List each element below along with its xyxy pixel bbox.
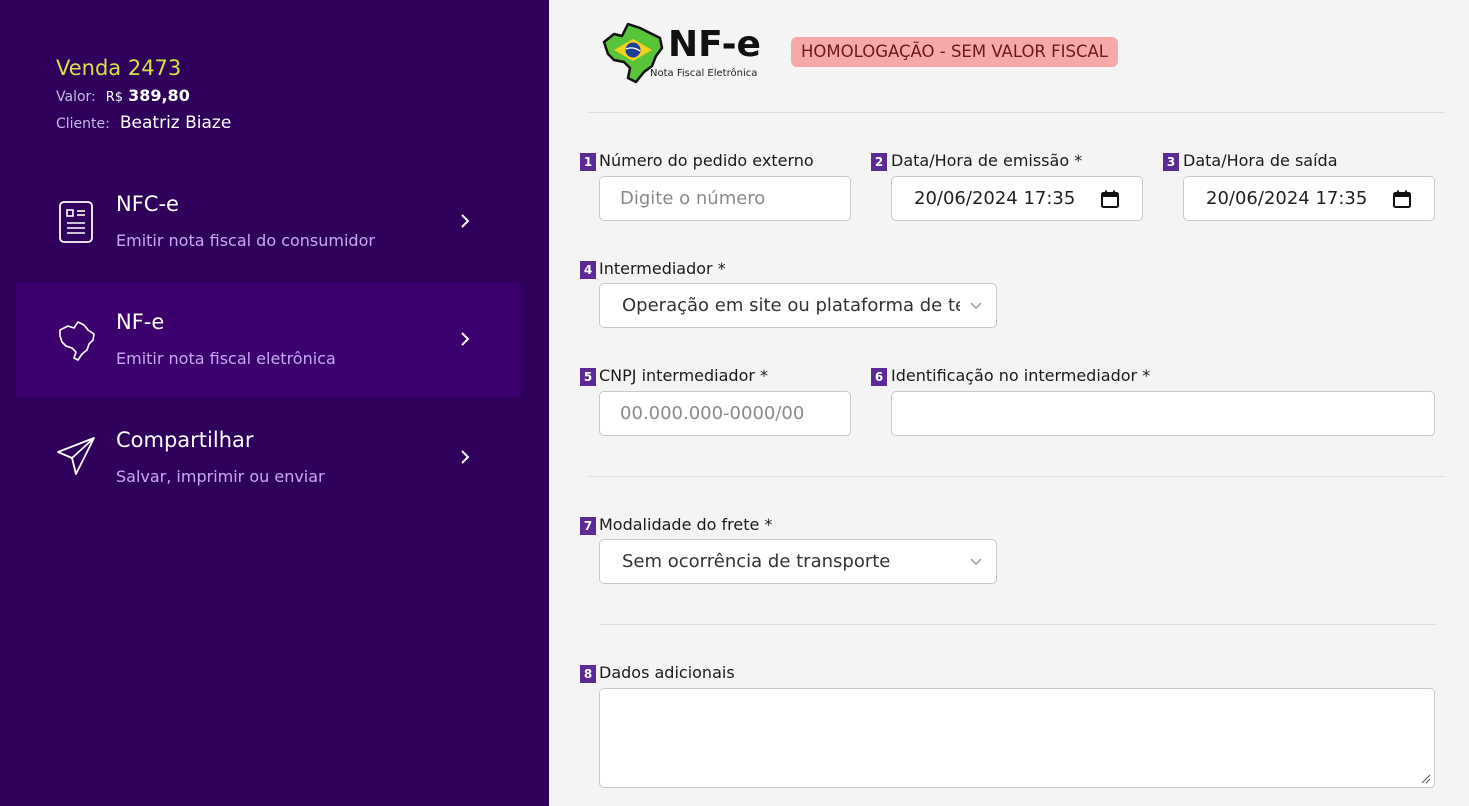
- external-order-label: Número do pedido externo: [599, 151, 814, 170]
- intermediary-label: Intermediador *: [599, 259, 726, 278]
- menu-item-title: NF-e: [116, 310, 165, 334]
- calendar-icon[interactable]: [1392, 189, 1412, 209]
- chevron-right-icon: [461, 450, 470, 464]
- chevron-right-icon: [461, 214, 470, 228]
- menu-item-share[interactable]: Compartilhar Salvar, imprimir ou enviar: [16, 400, 520, 515]
- field-number-badge: 2: [871, 153, 887, 171]
- intermediary-cnpj-label: CNPJ intermediador *: [599, 366, 769, 385]
- emission-datetime-input[interactable]: 20/06/2024 17:35: [891, 176, 1143, 221]
- divider: [589, 476, 1445, 477]
- calendar-icon[interactable]: [1100, 189, 1120, 209]
- emission-datetime-label: Data/Hora de emissão *: [891, 151, 1083, 170]
- freight-mode-label: Modalidade do frete *: [599, 515, 773, 534]
- exit-datetime-label: Data/Hora de saída: [1183, 151, 1338, 170]
- field-number-badge: 5: [580, 368, 596, 386]
- freight-mode-selected-value: Sem ocorrência de transporte: [622, 551, 891, 572]
- external-order-input[interactable]: [599, 176, 851, 221]
- field-number-badge: 3: [1163, 153, 1179, 171]
- field-number-badge: 4: [580, 261, 596, 279]
- divider: [589, 112, 1445, 113]
- logo-subtitle: Nota Fiscal Eletrônica: [650, 68, 758, 79]
- sale-client: Beatriz Biaze: [119, 113, 232, 133]
- intermediary-selected-value: Operação em site ou plataforma de tercei…: [622, 295, 960, 316]
- field-number-badge: 1: [580, 153, 596, 171]
- field-number-badge: 6: [871, 368, 887, 386]
- intermediary-select[interactable]: Operação em site ou plataforma de tercei…: [599, 283, 997, 328]
- menu-item-subtitle: Emitir nota fiscal eletrônica: [116, 349, 336, 368]
- field-number-badge: 8: [580, 665, 596, 683]
- sale-currency: R$: [105, 90, 124, 105]
- environment-badge: HOMOLOGAÇÃO - SEM VALOR FISCAL: [791, 37, 1118, 67]
- sale-value-row: Valor: R$ 389,80: [56, 86, 190, 105]
- menu-item-nfe[interactable]: NF-e Emitir nota fiscal eletrônica: [16, 282, 520, 397]
- chevron-right-icon: [461, 332, 470, 346]
- divider: [599, 624, 1435, 625]
- chevron-down-icon: [970, 302, 982, 310]
- menu-item-subtitle: Salvar, imprimir ou enviar: [116, 467, 325, 486]
- sale-title: Venda 2473: [56, 56, 182, 80]
- sale-value-label: Valor:: [56, 89, 96, 105]
- exit-datetime-input[interactable]: 20/06/2024 17:35: [1183, 176, 1435, 221]
- logo-text: NF-e: [668, 24, 761, 65]
- intermediary-id-input[interactable]: [891, 391, 1435, 436]
- menu-item-subtitle: Emitir nota fiscal do consumidor: [116, 231, 375, 250]
- nfe-logo: NF-e Nota Fiscal Eletrônica: [600, 20, 765, 85]
- sale-client-label: Cliente:: [56, 116, 110, 132]
- menu-item-title: Compartilhar: [116, 428, 254, 452]
- intermediary-id-label: Identificação no intermediador *: [891, 366, 1151, 385]
- menu-item-nfce[interactable]: NFC-e Emitir nota fiscal do consumidor: [16, 164, 520, 279]
- resize-handle-icon[interactable]: [1421, 774, 1431, 784]
- sale-value: 389,80: [128, 86, 190, 105]
- exit-datetime-value: 20/06/2024 17:35: [1206, 188, 1368, 209]
- brazil-map-icon: [59, 321, 95, 361]
- send-icon: [57, 437, 95, 475]
- receipt-icon: [59, 201, 93, 243]
- field-number-badge: 7: [580, 517, 596, 535]
- emission-datetime-value: 20/06/2024 17:35: [914, 188, 1076, 209]
- sidebar: Venda 2473 Valor: R$ 389,80 Cliente: Bea…: [0, 0, 549, 806]
- freight-mode-select[interactable]: Sem ocorrência de transporte: [599, 539, 997, 584]
- additional-data-label: Dados adicionais: [599, 663, 735, 682]
- intermediary-cnpj-input[interactable]: [599, 391, 851, 436]
- menu-item-title: NFC-e: [116, 192, 179, 216]
- additional-data-textarea[interactable]: [599, 688, 1435, 788]
- chevron-down-icon: [970, 558, 982, 566]
- sale-client-row: Cliente: Beatriz Biaze: [56, 113, 231, 133]
